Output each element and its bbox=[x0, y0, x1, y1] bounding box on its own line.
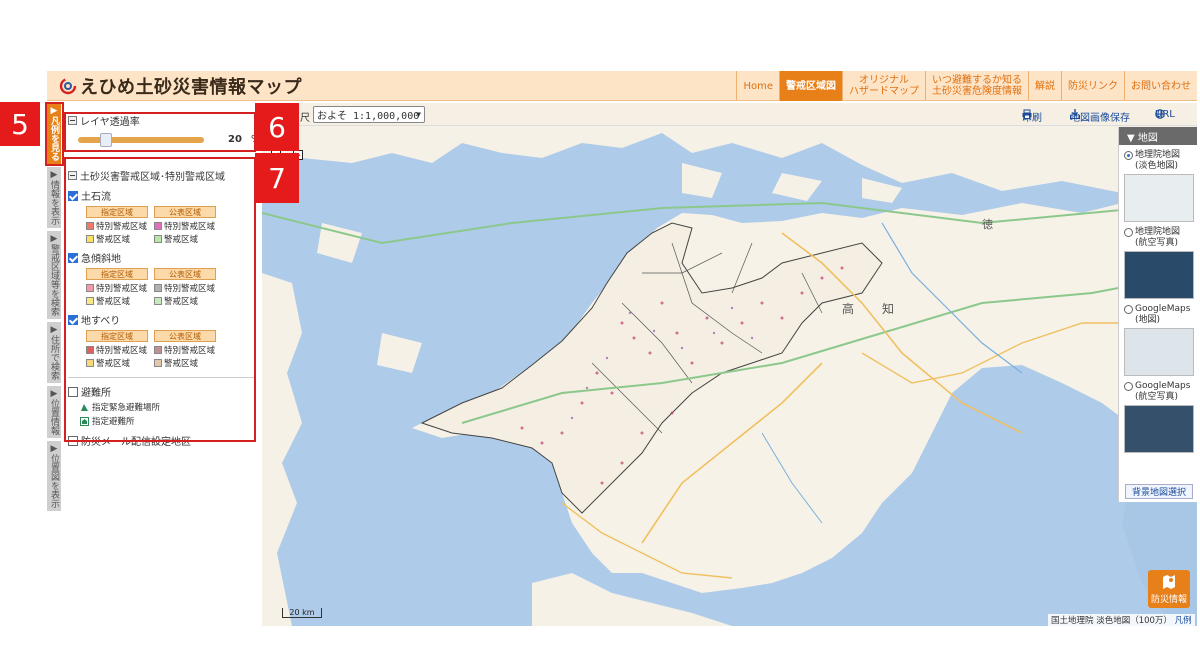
basemap-panel: ▼ 地図 地理院地図 (淡色地図) 地理院地図 (航空写真) GoogleMaps … bbox=[1118, 127, 1197, 502]
main-nav: Home 警戒区域図 オリジナル ハザードマップ いつ避難するか知る 土砂災害危険度情… bbox=[736, 71, 1197, 101]
callout-6: 6 bbox=[255, 103, 299, 151]
logo-swirl-icon bbox=[59, 77, 77, 95]
scale-label: 尺 bbox=[300, 113, 310, 124]
basemap-option-label-row[interactable]: 地理院地図 (淡色地図) bbox=[1124, 150, 1197, 172]
disaster-info-button[interactable]: 防災情報 bbox=[1148, 570, 1190, 608]
map-region-label: 高 bbox=[842, 301, 854, 316]
basemap-thumbnail[interactable] bbox=[1124, 251, 1194, 299]
basemap-option-label: 地理院地図 (航空写真) bbox=[1135, 227, 1181, 248]
basemap-radio[interactable] bbox=[1124, 228, 1133, 237]
nav-item[interactable]: オリジナル ハザードマップ bbox=[842, 71, 925, 101]
basemap-radio[interactable] bbox=[1124, 151, 1133, 160]
basemap-option-label: 地理院地図 (淡色地図) bbox=[1135, 150, 1181, 171]
map-region-label: 徳 bbox=[982, 218, 993, 231]
attribution-text: 国土地理院 淡色地図（100万） bbox=[1051, 616, 1172, 626]
basemap-select-button[interactable]: 背景地図選択 bbox=[1125, 484, 1193, 499]
nav-item[interactable]: 防災リンク bbox=[1061, 71, 1124, 101]
basemap-option[interactable]: GoogleMaps (地図) bbox=[1124, 304, 1197, 376]
nav-item[interactable]: お問い合わせ bbox=[1124, 71, 1197, 101]
nav-item[interactable]: 解説 bbox=[1028, 71, 1061, 101]
annotation-box-6 bbox=[64, 112, 256, 152]
app-frame: えひめ土砂災害情報マップ Home 警戒区域図 オリジナル ハザードマップ いつ避難す… bbox=[0, 0, 1200, 650]
nav-item[interactable]: いつ避難するか知る 土砂災害危険度情報 bbox=[925, 71, 1028, 101]
side-tab[interactable]: ▶情報を表示 bbox=[47, 167, 61, 228]
callout-5: 5 bbox=[0, 102, 40, 146]
download-icon bbox=[1070, 109, 1080, 119]
scale-select-value: およそ 1:1,000,000 bbox=[317, 111, 420, 122]
annotation-box-5 bbox=[45, 102, 64, 166]
side-tab[interactable]: ▶位置情報 bbox=[47, 386, 61, 438]
url-button[interactable]: URL bbox=[1155, 109, 1175, 120]
map-region-label: 知 bbox=[882, 302, 894, 316]
map-toolbar: 尺 およそ 1:1,000,000 ▼ 印刷 地図画像保存 URL bbox=[262, 103, 1197, 126]
basemap-option-label-row[interactable]: GoogleMaps (地図) bbox=[1124, 304, 1197, 326]
print-button[interactable]: 印刷 bbox=[1022, 109, 1042, 124]
side-tab[interactable]: ▶警戒区域等を検索 bbox=[47, 231, 61, 319]
save-image-button[interactable]: 地図画像保存 bbox=[1070, 109, 1130, 124]
callout-7: 7 bbox=[255, 153, 299, 203]
basemap-option[interactable]: 地理院地図 (淡色地図) bbox=[1124, 150, 1197, 222]
basemap-radio[interactable] bbox=[1124, 305, 1133, 314]
map-view[interactable]: 高 知 徳 尺 およそ 1:1,000,000 ▼ 印刷 地図画像保存 URL bbox=[262, 103, 1197, 626]
basemap-options: 地理院地図 (淡色地図) 地理院地図 (航空写真) GoogleMaps (地図) G… bbox=[1119, 150, 1197, 453]
site-header: えひめ土砂災害情報マップ Home 警戒区域図 オリジナル ハザードマップ いつ避難す… bbox=[47, 71, 1197, 101]
site-title: えひめ土砂災害情報マップ bbox=[80, 77, 302, 98]
nav-item[interactable]: 警戒区域図 bbox=[779, 71, 842, 101]
map-pin-icon bbox=[1163, 575, 1175, 589]
basemap-option-label: GoogleMaps (航空写真) bbox=[1135, 381, 1191, 402]
basemap-radio[interactable] bbox=[1124, 382, 1133, 391]
basemap-option[interactable]: 地理院地図 (航空写真) bbox=[1124, 227, 1197, 299]
side-tab[interactable]: ▶位置図を表示 bbox=[47, 441, 61, 511]
basemap-thumbnail[interactable] bbox=[1124, 405, 1194, 453]
basemap-thumbnail[interactable] bbox=[1124, 174, 1194, 222]
disaster-info-label: 防災情報 bbox=[1150, 595, 1187, 605]
printer-icon bbox=[1022, 109, 1032, 119]
basemap-option-label-row[interactable]: GoogleMaps (航空写真) bbox=[1124, 381, 1197, 403]
chevron-down-icon: ▼ bbox=[416, 110, 421, 119]
attribution-legend-link[interactable]: 凡例 bbox=[1175, 616, 1192, 626]
globe-icon bbox=[1155, 109, 1165, 119]
basemap-thumbnail[interactable] bbox=[1124, 328, 1194, 376]
annotation-box-7 bbox=[64, 157, 256, 442]
nav-item[interactable]: Home bbox=[736, 71, 779, 101]
side-tab[interactable]: ▶住所で検索 bbox=[47, 322, 61, 383]
scale-select[interactable]: およそ 1:1,000,000 ▼ bbox=[313, 106, 425, 123]
site-logo[interactable]: えひめ土砂災害情報マップ bbox=[59, 75, 302, 98]
basemap-option-label: GoogleMaps (地図) bbox=[1135, 304, 1191, 325]
map-attribution: 国土地理院 淡色地図（100万） 凡例 bbox=[1048, 614, 1195, 626]
basemap-option-label-row[interactable]: 地理院地図 (航空写真) bbox=[1124, 227, 1197, 249]
map-canvas[interactable]: 高 知 徳 bbox=[262, 103, 1197, 626]
basemap-header[interactable]: ▼ 地図 bbox=[1119, 127, 1197, 145]
basemap-option[interactable]: GoogleMaps (航空写真) bbox=[1124, 381, 1197, 453]
map-scalebar: 20 km bbox=[282, 608, 322, 618]
